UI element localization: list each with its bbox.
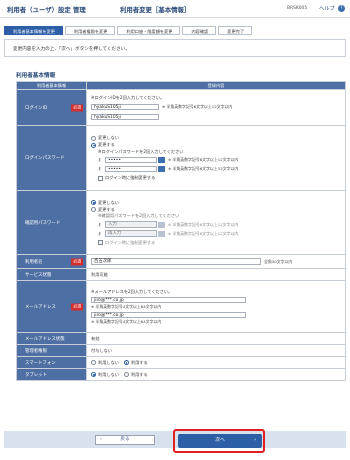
login-pw-confirm-input[interactable]: •••••	[105, 165, 157, 173]
login-password-label: ログインパスワード	[16, 125, 87, 191]
step-3: 利用口座・限度額を変更	[117, 26, 181, 35]
login-pw-input[interactable]: •••••	[105, 156, 157, 164]
user-info-form: 利用者基本情報 登録内容 ログインID 必須 ※ログインIDを2回入力してくださ…	[16, 81, 346, 381]
help-link[interactable]: ヘルプ	[319, 5, 335, 12]
user-name-input[interactable]: 百五次郎	[91, 258, 261, 265]
login-id-hint: ※ログインIDを2回入力してください。	[91, 94, 165, 100]
software-keyboard-icon[interactable]	[158, 230, 165, 237]
confirm-pw-hint: ※確認用パスワードを2回入力してください	[98, 213, 180, 218]
email-status-value: 有効	[91, 335, 100, 341]
step-1: 利用者基本情報を変更	[4, 26, 63, 35]
email-confirm-input[interactable]: jiro@***.co.jp	[91, 311, 246, 319]
app-header: 利用者（ユーザ）設定 管理 利用者変更［基本情報］ BRSK005 ヘルプ ?	[0, 0, 350, 18]
user-name-label: 利用者名 必須	[16, 254, 87, 269]
chevron-right-icon: ›	[254, 438, 256, 443]
email-hint: ※メールアドレスを2回入力してください。	[91, 288, 173, 294]
required-badge: 必須	[71, 104, 83, 111]
login-pw-change-radio[interactable]	[91, 142, 96, 148]
admin-value: 付与しない	[91, 347, 112, 353]
key-icon: ⚷	[98, 221, 101, 227]
confirm-pw-nochange-radio[interactable]	[91, 200, 96, 205]
login-id-confirm-input[interactable]: hyakuS105ji	[91, 113, 159, 121]
required-badge: 必須	[71, 258, 83, 265]
service-status-value: 利用可能	[91, 271, 108, 277]
login-id-note: ※ 半角英数字記号6文字以上12文字以内	[162, 104, 233, 109]
key-icon: ⚷	[98, 230, 101, 236]
next-button[interactable]: 次へ ›	[178, 434, 262, 448]
confirm-pw-input[interactable]: 入力	[105, 221, 157, 228]
admin-label: 管理者権限	[16, 344, 87, 357]
smartphone-yes-radio[interactable]	[123, 360, 129, 365]
chevron-left-icon: ‹	[100, 437, 102, 442]
software-keyboard-icon[interactable]	[158, 166, 165, 172]
email-label: メールアドレス 必須	[16, 280, 87, 333]
table-header-col2: 登録内容	[86, 81, 346, 90]
service-status-label: サービス状態	[16, 268, 87, 281]
login-pw-force-change-checkbox[interactable]	[98, 175, 103, 181]
app-title: 利用者（ユーザ）設定 管理	[7, 6, 86, 14]
step-5: 変更完了	[218, 26, 253, 35]
smartphone-label: スマートフォン	[16, 356, 87, 369]
screen-id: BRSK005	[287, 6, 308, 11]
table-header-col1: 利用者基本情報	[16, 81, 87, 90]
section-title: 利用者基本情報	[16, 73, 56, 79]
login-id-label: ログインID 必須	[16, 89, 87, 126]
email-input[interactable]: jiro@***.co.jp	[91, 296, 246, 304]
software-keyboard-icon[interactable]	[158, 157, 165, 163]
required-badge: 必須	[71, 303, 83, 310]
step-4: 内容確認	[182, 26, 217, 35]
smartphone-no-radio[interactable]	[91, 360, 96, 365]
key-icon: ⚷	[98, 157, 101, 162]
progress-steps: 利用者基本情報を変更 利用者権限を変更 利用口座・限度額を変更 内容確認 変更完…	[4, 26, 254, 35]
instruction-notice: 変更内容を入力の上、「次へ」ボタンを押してください。	[4, 39, 346, 57]
tablet-yes-radio[interactable]	[123, 372, 129, 377]
screen-title: 利用者変更［基本情報］	[120, 6, 191, 14]
tablet-no-radio[interactable]	[91, 372, 96, 377]
confirm-pw-reinput[interactable]: 再入力	[105, 230, 157, 237]
key-icon: ⚷	[98, 166, 101, 171]
back-button[interactable]: ‹ 戻る	[95, 435, 155, 445]
confirm-pw-force-change-checkbox[interactable]	[98, 240, 103, 245]
tablet-label: タブレット	[16, 368, 87, 381]
login-pw-nochange-radio[interactable]	[91, 135, 96, 141]
step-2: 利用者権限を変更	[64, 26, 116, 35]
confirm-password-label: 確認用パスワード	[16, 190, 87, 255]
login-id-input[interactable]: hyakuS105ji	[91, 103, 159, 111]
login-pw-hint: ※ログインパスワードを2回入力してください	[98, 148, 184, 154]
software-keyboard-icon[interactable]	[158, 221, 165, 228]
confirm-pw-change-radio[interactable]	[91, 207, 96, 212]
help-icon[interactable]: ?	[338, 5, 345, 12]
email-status-label: メールアドレス状態	[16, 332, 87, 345]
